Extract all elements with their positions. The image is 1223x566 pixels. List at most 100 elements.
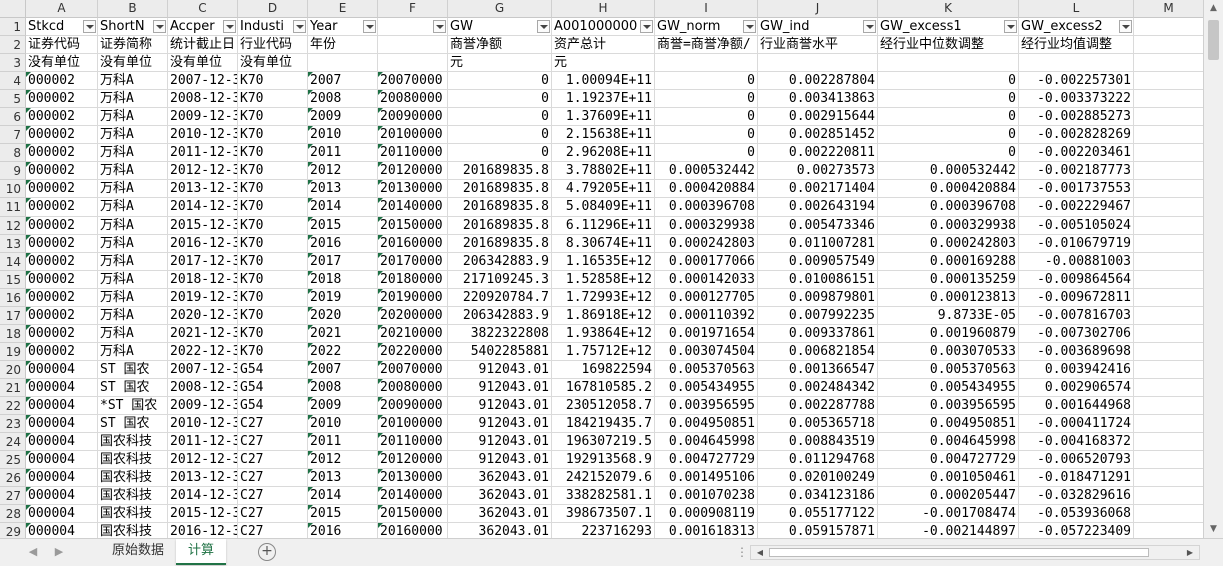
table-cell[interactable]: 0 [655,126,758,145]
table-cell[interactable]: 20110000 [378,144,448,163]
table-cell[interactable]: 0 [655,108,758,127]
horizontal-scroll-thumb[interactable] [769,548,1149,557]
table-cell[interactable]: C27 [238,523,308,538]
table-cell[interactable]: 没有单位 [26,54,98,73]
table-cell[interactable]: 000004 [26,396,98,416]
row-header[interactable]: 6 [0,108,26,127]
table-cell[interactable]: 2016 [308,234,378,253]
table-cell[interactable]: 万科A [98,306,168,325]
table-cell[interactable] [1134,126,1203,145]
scroll-right-icon[interactable]: ▶ [1183,546,1197,559]
row-header[interactable]: 28 [0,505,26,524]
table-cell[interactable]: 元 [448,54,552,73]
table-cell[interactable]: 000004 [26,451,98,470]
table-cell[interactable]: 0 [878,144,1019,163]
table-cell[interactable]: 0.000908119 [655,505,758,524]
table-cell[interactable]: 商誉净额 [448,36,552,55]
table-cell[interactable]: 1.37609E+11 [552,108,655,127]
table-cell[interactable]: 192913568.9 [552,451,655,470]
table-cell[interactable]: 万科A [98,90,168,109]
table-cell[interactable]: -0.002144897 [878,523,1019,538]
table-cell[interactable]: 2022-12-3 [168,342,238,361]
table-cell[interactable]: 0.011007281 [758,234,878,253]
table-cell[interactable]: 000002 [26,216,98,235]
table-cell[interactable] [1134,307,1203,325]
filter-dropdown-icon[interactable] [293,20,306,33]
table-cell[interactable]: 统计截止日 [168,36,238,55]
scroll-up-icon[interactable]: ▲ [1204,0,1223,17]
table-cell[interactable]: -0.057223409 [1019,523,1134,538]
table-cell[interactable]: 0.00273573 [758,162,878,181]
select-all-corner[interactable] [0,0,26,18]
table-cell[interactable]: 万科A [98,342,168,361]
sheet-tab-calculate[interactable]: 计算 [176,539,227,565]
row-header[interactable]: 29 [0,523,26,538]
table-cell[interactable]: 2009 [308,108,378,127]
table-cell[interactable]: 20140000 [378,487,448,506]
table-cell[interactable]: 000002 [26,90,98,109]
table-cell[interactable]: 万科A [98,324,168,343]
row-header[interactable]: 2 [0,36,26,55]
table-cell[interactable]: 0.020100249 [758,469,878,488]
table-cell[interactable]: 0.003070533 [878,342,1019,361]
table-cell[interactable] [1134,90,1203,109]
table-cell[interactable]: 20100000 [378,126,448,145]
row-header[interactable]: 21 [0,378,26,397]
table-cell[interactable]: -0.002187773 [1019,162,1134,181]
table-cell[interactable]: 没有单位 [98,54,168,73]
table-cell[interactable]: -0.053936068 [1019,505,1134,524]
table-cell[interactable] [1134,523,1203,538]
table-cell[interactable]: 2013-12-3 [168,180,238,199]
table-cell[interactable]: 1.00094E+11 [552,72,655,91]
table-cell[interactable]: 国农科技 [98,505,168,524]
table-cell[interactable]: 20080000 [378,90,448,109]
table-cell[interactable]: K70 [238,270,308,289]
table-cell[interactable]: 0.001495106 [655,469,758,488]
filter-dropdown-icon[interactable] [1004,20,1017,33]
table-cell[interactable]: 1.19237E+11 [552,90,655,109]
table-cell[interactable] [1134,469,1203,488]
table-cell[interactable]: 0 [448,72,552,91]
table-cell[interactable] [1134,180,1203,199]
row-header[interactable]: 27 [0,487,26,506]
table-cell[interactable]: 2018 [308,270,378,289]
table-cell[interactable]: 0.000142033 [655,270,758,289]
table-cell[interactable]: 9.8733E-05 [878,306,1019,325]
column-header[interactable]: I [655,0,758,18]
table-cell[interactable]: 0.002851452 [758,126,878,145]
row-header[interactable]: 19 [0,342,26,361]
table-cell[interactable]: 20170000 [378,252,448,271]
scroll-left-icon[interactable]: ◀ [753,546,767,559]
table-cell[interactable]: 0.003074504 [655,342,758,361]
table-cell[interactable]: 2015-12-3 [168,216,238,235]
table-cell[interactable]: 1.86918E+12 [552,306,655,325]
table-cell[interactable]: 362043.01 [448,487,552,506]
table-cell[interactable]: 20080000 [378,378,448,397]
table-cell[interactable]: 0 [448,144,552,163]
filter-dropdown-icon[interactable] [433,20,446,33]
table-cell[interactable]: K70 [238,306,308,325]
table-cell[interactable]: 0.000242803 [878,234,1019,253]
table-cell[interactable] [1134,343,1203,361]
table-cell[interactable]: 20070000 [378,360,448,379]
table-cell[interactable]: 年份 [308,36,378,55]
table-cell[interactable]: 20220000 [378,342,448,361]
table-cell[interactable]: K70 [238,288,308,307]
table-cell[interactable] [1134,162,1203,181]
filter-dropdown-icon[interactable] [153,20,166,33]
table-cell[interactable]: 000002 [26,108,98,127]
table-cell[interactable]: 2008 [308,378,378,397]
table-cell[interactable]: 没有单位 [168,54,238,73]
table-cell[interactable]: K70 [238,72,308,91]
table-cell[interactable]: 0.005365718 [758,415,878,434]
row-header[interactable]: 9 [0,162,26,181]
table-cell[interactable]: 912043.01 [448,451,552,470]
filter-dropdown-icon[interactable] [640,20,653,33]
table-cell[interactable]: 0.002484342 [758,378,878,397]
table-cell[interactable] [378,36,448,55]
sheet-tab-raw-data[interactable]: 原始数据 [100,539,176,563]
row-header[interactable]: 15 [0,270,26,289]
table-cell[interactable]: ST 国农 [98,360,168,379]
table-cell[interactable]: 资产总计 [552,36,655,55]
header-cell[interactable]: ShortN [98,18,168,37]
